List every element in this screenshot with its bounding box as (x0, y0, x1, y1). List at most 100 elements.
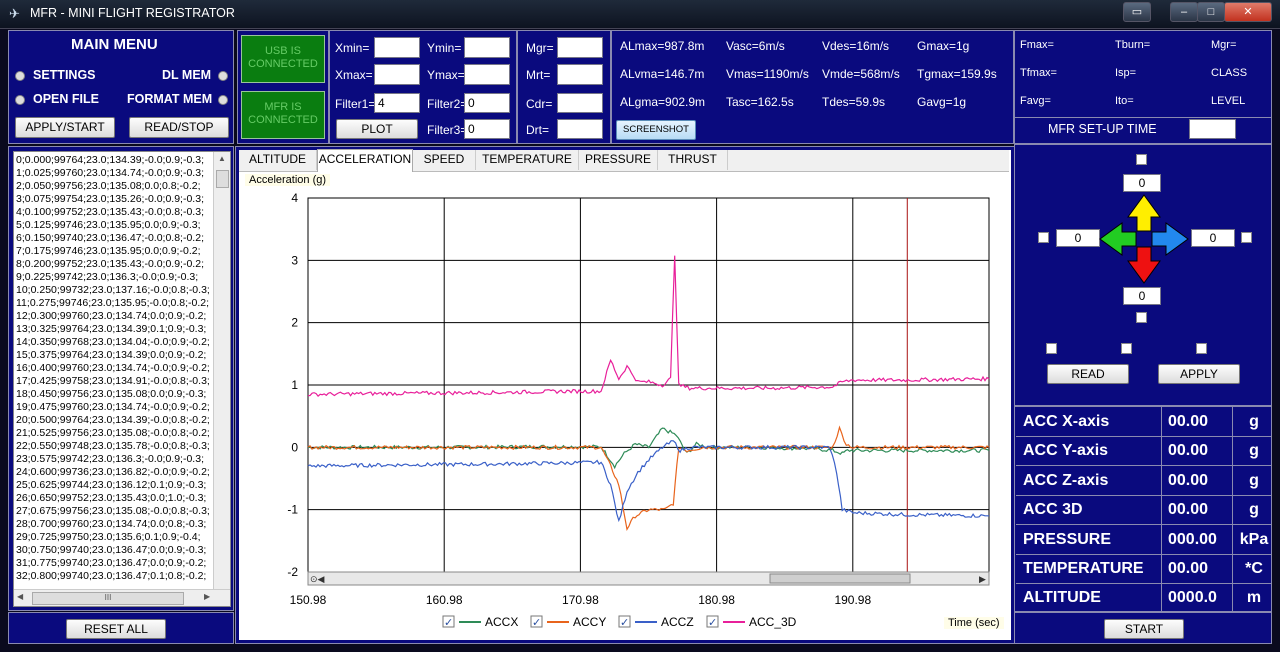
open-file-label[interactable]: OPEN FILE (33, 92, 99, 106)
option-checkbox-2[interactable] (1121, 343, 1132, 354)
chart-xlabel: Time (sec) (944, 617, 1004, 629)
x-tick-label: 190.98 (834, 593, 871, 607)
start-panel: START (1014, 612, 1272, 644)
filter2-input[interactable]: 0 (464, 93, 510, 113)
filter1-label: Filter1= (335, 97, 376, 111)
readout-separator (1232, 495, 1233, 525)
orient-bottom-value[interactable]: 0 (1123, 287, 1161, 305)
y-tick-label: 1 (291, 378, 298, 392)
option-checkbox-1[interactable] (1046, 343, 1057, 354)
log-list[interactable]: 0;0.000;99764;23.0;134.39;-0.0;0.9;-0.3;… (13, 151, 231, 607)
readout-row: ALTITUDE 0000.0 m (1016, 583, 1272, 614)
tab-temperature[interactable]: TEMPERATURE (476, 150, 579, 170)
mgr-label: Mgr= (526, 41, 554, 55)
x-tick-label: 180.98 (698, 593, 735, 607)
plot-input-panel: Xmin= Ymin= Xmax= Ymax= Filter1= 4 Filte… (329, 30, 517, 144)
log-vscroll-thumb[interactable] (216, 170, 229, 188)
tab-pressure[interactable]: PRESSURE (579, 150, 658, 170)
reset-all-button[interactable]: RESET ALL (66, 619, 166, 639)
open-file-radio[interactable] (15, 95, 25, 105)
log-line: 0;0.000;99764;23.0;134.39;-0.0;0.9;-0.3; (16, 154, 204, 166)
motor-isp: Isp= (1115, 67, 1137, 79)
format-mem-radio[interactable] (218, 95, 228, 105)
log-line: 25;0.625;99744;23.0;136.12;0.1;0.9;-0.3; (16, 479, 207, 491)
settings-radio[interactable] (15, 71, 25, 81)
orient-left-checkbox[interactable] (1038, 232, 1049, 243)
readout-separator (1161, 436, 1162, 466)
direction-arrows-icon[interactable] (1098, 193, 1190, 285)
tab-speed[interactable]: SPEED (413, 150, 476, 170)
format-mem-label[interactable]: FORMAT MEM (127, 92, 212, 106)
option-checkbox-3[interactable] (1196, 343, 1207, 354)
log-line: 13;0.325;99764;23.0;134.39;0.1;0.9;-0.3; (16, 323, 207, 335)
y-tick-label: 0 (291, 440, 298, 454)
orient-left-value[interactable]: 0 (1056, 229, 1100, 247)
orient-apply-button[interactable]: APPLY (1158, 364, 1240, 384)
readout-label: TEMPERATURE (1023, 560, 1144, 577)
orient-right-value[interactable]: 0 (1191, 229, 1235, 247)
tab-thrust[interactable]: THRUST (658, 150, 728, 170)
filter1-input[interactable]: 4 (374, 93, 420, 113)
readout-value: 00.00 (1168, 442, 1209, 460)
start-button[interactable]: START (1104, 619, 1184, 639)
scroll-left-icon[interactable]: ◀ (17, 592, 23, 601)
ymin-input[interactable] (464, 37, 510, 58)
setup-time-input[interactable] (1189, 119, 1236, 139)
xmax-input[interactable] (374, 64, 420, 85)
log-line: 27;0.675;99756;23.0;135.08;-0.0;0.8;-0.3… (16, 505, 210, 517)
x-tick-label: 150.98 (290, 593, 327, 607)
divider (1015, 117, 1271, 118)
xmin-input[interactable] (374, 37, 420, 58)
maximize-button[interactable]: □ (1197, 2, 1225, 22)
legend-label: ACC_3D (749, 615, 797, 629)
log-hscroll[interactable]: ◀ III ▶ (14, 589, 230, 606)
minimize-button[interactable]: – (1170, 2, 1198, 22)
orient-top-checkbox[interactable] (1136, 154, 1147, 165)
dl-mem-radio[interactable] (218, 71, 228, 81)
main-menu-title: MAIN MENU (71, 36, 158, 53)
tab-acceleration[interactable]: ACCELERATION (317, 149, 413, 172)
readout-separator (1232, 524, 1233, 554)
drt-input[interactable] (557, 119, 603, 139)
readout-row: ACC 3D 00.00 g (1016, 495, 1272, 526)
read-stop-button[interactable]: READ/STOP (129, 117, 229, 138)
plot-button[interactable]: PLOT (336, 119, 418, 139)
title-bar: ✈ MFR - MINI FLIGHT REGISTRATOR ▭ – □ ✕ (0, 0, 1280, 29)
log-line: 9;0.225;99742;23.0;136.3;-0.0;0.9;-0.3; (16, 271, 199, 283)
orient-read-button[interactable]: READ (1047, 364, 1129, 384)
readout-unit: g (1249, 501, 1259, 519)
dl-mem-label[interactable]: DL MEM (162, 68, 211, 82)
apply-start-button[interactable]: APPLY/START (15, 117, 115, 138)
stat-almax: ALmax=987.8m (620, 39, 705, 53)
filter3-input[interactable]: 0 (464, 119, 510, 139)
scroll-right-icon[interactable]: ▶ (204, 592, 210, 601)
cdr-input[interactable] (557, 93, 603, 113)
log-hscroll-thumb[interactable]: III (32, 592, 184, 605)
readout-separator (1232, 583, 1233, 613)
stat-alvma: ALvma=146.7m (620, 67, 705, 81)
motor-fmax: Fmax= (1020, 39, 1054, 51)
log-line: 31;0.775;99740;23.0;136.47;0.0;0.9;-0.2; (16, 557, 207, 569)
mass-input-panel: Mgr= Mrt= Cdr= Drt= (517, 30, 611, 144)
orient-bottom-checkbox[interactable] (1136, 312, 1147, 323)
orient-right-checkbox[interactable] (1241, 232, 1252, 243)
ymax-input[interactable] (464, 64, 510, 85)
y-tick-label: 3 (291, 253, 298, 267)
orient-top-value[interactable]: 0 (1123, 174, 1161, 192)
mrt-input[interactable] (557, 64, 603, 85)
close-button[interactable]: ✕ (1224, 2, 1272, 22)
readout-value: 00.00 (1168, 471, 1209, 489)
log-line: 1;0.025;99760;23.0;134.74;-0.0;0.9;-0.3; (16, 167, 204, 179)
readout-value: 000.00 (1168, 530, 1217, 548)
mgr-input[interactable] (557, 37, 603, 58)
screenshot-button[interactable]: SCREENSHOT (616, 120, 696, 140)
scroll-up-icon[interactable]: ▲ (216, 154, 228, 166)
ymin-label: Ymin= (427, 41, 462, 55)
tab-altitude[interactable]: ALTITUDE (239, 150, 317, 170)
log-line: 23;0.575;99742;23.0;136.3;-0.0;0.9;-0.3; (16, 453, 204, 465)
log-line: 30;0.750;99740;23.0;136.47;0.0;0.9;-0.3; (16, 544, 207, 556)
log-vscroll[interactable]: ▲ (213, 152, 230, 590)
settings-label[interactable]: SETTINGS (33, 68, 96, 82)
restore-panel-icon[interactable]: ▭ (1123, 2, 1151, 22)
readout-label: ACC Z-axis (1023, 471, 1109, 489)
